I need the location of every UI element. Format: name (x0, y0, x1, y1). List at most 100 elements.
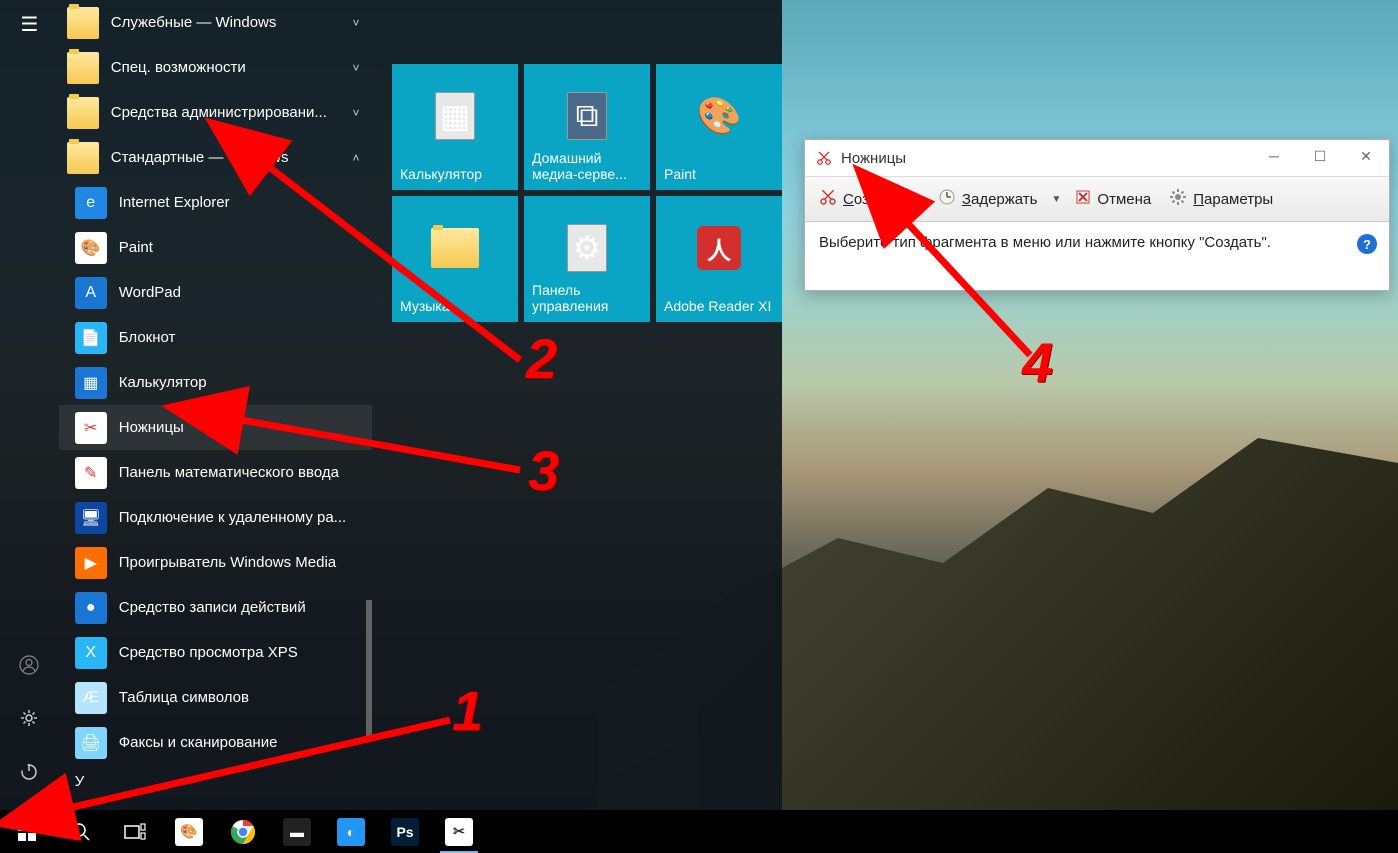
tile[interactable]: ▦ Калькулятор (392, 64, 518, 190)
folder-label: Спец. возможности (111, 59, 336, 76)
maximize-button[interactable]: ☐ (1297, 140, 1343, 172)
app-icon: 🎨 (75, 232, 107, 264)
letter-header[interactable]: У (59, 765, 372, 798)
app-label: Блокнот (119, 329, 364, 346)
tile-icon: 人 (695, 224, 743, 272)
app-icon: ▶ (75, 547, 107, 579)
start-menu: ☰ Служебные — Windows ˅ Спец. возможност… (0, 0, 782, 810)
app-label: WordPad (119, 284, 364, 301)
taskbar-app-paint[interactable]: 🎨 (162, 810, 216, 853)
app-item[interactable]: X Средство просмотра XPS (59, 630, 372, 675)
folder-item[interactable]: Служебные — Windows ˅ (59, 0, 372, 45)
app-item[interactable]: 🖥 Подключение к удаленному ра... (59, 495, 372, 540)
chevron-up-icon: ˄ (348, 151, 364, 165)
gear-icon (1169, 188, 1187, 210)
tile-icon (431, 224, 479, 272)
tile[interactable]: ⚙ Панель управления (524, 196, 650, 322)
app-item[interactable]: ✂ Ножницы (59, 405, 372, 450)
tile-grid: ▦ Калькулятор⧉ Домашний медиа-серве...🎨 … (372, 0, 782, 810)
window-title: Ножницы (841, 150, 906, 167)
clock-icon (938, 188, 956, 210)
app-label: Таблица символов (119, 689, 364, 706)
tile-icon: ▦ (431, 92, 479, 140)
app-item[interactable]: Æ Таблица символов (59, 675, 372, 720)
search-icon[interactable] (54, 810, 108, 853)
app-label: Internet Explorer (119, 194, 364, 211)
app-item[interactable]: ● Средство записи действий (59, 585, 372, 630)
delay-button[interactable]: Задержать (930, 184, 1046, 214)
tile-icon: ⚙ (563, 224, 611, 272)
minimize-button[interactable]: ─ (1251, 140, 1297, 172)
app-icon: ▦ (75, 367, 107, 399)
folder-label: Служебные — Windows (111, 14, 336, 31)
tile-label: Музыка (400, 298, 510, 314)
help-icon[interactable]: ? (1357, 234, 1377, 254)
app-item[interactable]: A WordPad (59, 270, 372, 315)
app-label: Подключение к удаленному ра... (119, 509, 364, 526)
app-icon: 🖥 (75, 502, 107, 534)
folder-item[interactable]: Стандартные — Windows ˄ (59, 135, 372, 180)
app-list[interactable]: Служебные — Windows ˅ Спец. возможности … (59, 0, 372, 810)
folder-label: Средства администрировани... (111, 104, 336, 121)
delay-dropdown[interactable]: ▼ (1048, 194, 1066, 205)
tile-label: Калькулятор (400, 166, 510, 182)
snip-hint-text: Выберите тип фрагмента в меню или нажмит… (819, 234, 1271, 251)
taskbar-app-snip[interactable]: ✂ (432, 810, 486, 853)
taskbar-app-cmd[interactable]: ▬ (270, 810, 324, 853)
taskbar-app-chrome[interactable] (216, 810, 270, 853)
app-item[interactable]: ▶ Проигрыватель Windows Media (59, 540, 372, 585)
tile[interactable]: 🎨 Paint (656, 64, 782, 190)
start-button[interactable] (0, 810, 54, 853)
folder-icon (67, 97, 99, 129)
tile-label: Paint (664, 166, 774, 182)
folder-icon (67, 52, 99, 84)
app-label: Средство просмотра XPS (119, 644, 364, 661)
hamburger-icon[interactable]: ☰ (20, 12, 38, 37)
chevron-down-icon: ˅ (348, 61, 364, 75)
tile[interactable]: ⧉ Домашний медиа-серве... (524, 64, 650, 190)
app-icon: ✎ (75, 457, 107, 489)
app-icon: Æ (75, 682, 107, 714)
app-icon: ✂ (75, 412, 107, 444)
create-dropdown[interactable]: ▼ (910, 194, 928, 205)
snip-body: Выберите тип фрагмента в меню или нажмит… (805, 222, 1389, 263)
app-icon: X (75, 637, 107, 669)
folder-item[interactable]: Спец. возможности ˅ (59, 45, 372, 90)
create-button[interactable]: Создать (811, 184, 908, 214)
app-item[interactable]: 🎨 Paint (59, 225, 372, 270)
chevron-down-icon: ˅ (348, 106, 364, 120)
user-icon[interactable] (19, 655, 39, 680)
snip-toolbar: Создать ▼ Задержать ▼ Отмена Параметры (805, 176, 1389, 222)
app-item[interactable]: e Internet Explorer (59, 180, 372, 225)
taskbar-app-blue[interactable]: ◐ (324, 810, 378, 853)
app-item[interactable]: 🖨 Факсы и сканирование (59, 720, 372, 765)
cancel-button[interactable]: Отмена (1067, 185, 1159, 213)
taskview-icon[interactable] (108, 810, 162, 853)
taskbar-app-ps[interactable]: Ps (378, 810, 432, 853)
app-icon: ● (75, 592, 107, 624)
scrollbar-thumb[interactable] (366, 600, 372, 740)
app-icon: 📄 (75, 322, 107, 354)
tile[interactable]: Музыка (392, 196, 518, 322)
app-icon: A (75, 277, 107, 309)
app-label: Paint (119, 239, 364, 256)
app-item[interactable]: 📄 Блокнот (59, 315, 372, 360)
close-button[interactable]: ✕ (1343, 140, 1389, 172)
start-rail: ☰ (0, 0, 59, 810)
folder-icon (67, 142, 99, 174)
params-button[interactable]: Параметры (1161, 184, 1281, 214)
settings-icon[interactable] (19, 708, 39, 733)
app-item[interactable]: ✎ Панель математического ввода (59, 450, 372, 495)
chevron-down-icon: ˅ (348, 16, 364, 30)
window-titlebar[interactable]: Ножницы ─ ☐ ✕ (805, 140, 1389, 176)
tile[interactable]: 人 Adobe Reader XI (656, 196, 782, 322)
app-label: Факсы и сканирование (119, 734, 364, 751)
app-label: Калькулятор (119, 374, 364, 391)
app-item[interactable]: ▦ Калькулятор (59, 360, 372, 405)
scissors-icon (815, 149, 833, 167)
tile-label: Панель управления (532, 282, 642, 314)
app-label: Панель математического ввода (119, 464, 364, 481)
snipping-tool-window: Ножницы ─ ☐ ✕ Создать ▼ Задержать ▼ Отме… (804, 139, 1390, 291)
folder-item[interactable]: Средства администрировани... ˅ (59, 90, 372, 135)
power-icon[interactable] (19, 761, 39, 786)
